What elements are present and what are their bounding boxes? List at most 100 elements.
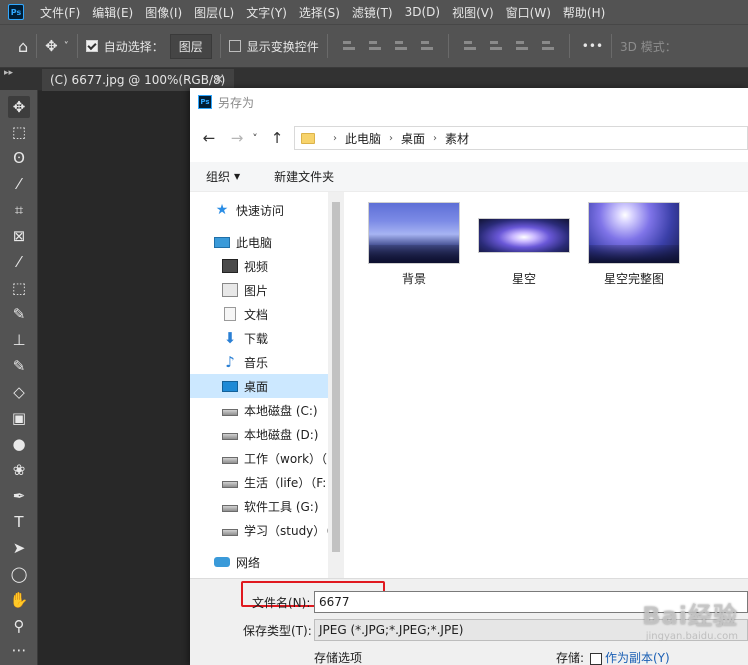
forward-arrow-icon[interactable]: → <box>226 127 248 149</box>
organize-button[interactable]: 组织 ▼ <box>206 168 240 185</box>
eraser-tool-icon[interactable]: ◇ <box>8 381 30 403</box>
align-right-icon[interactable] <box>393 38 409 54</box>
tools-panel: ✥ ⬚ ʘ ⁄ ⌗ ⊠ ⁄ ⬚ ✎ ⊥ ✎ ◇ ▣ ● ❀ ✒ T ➤ ◯ ✋ … <box>0 90 38 665</box>
recent-locations-chevron-icon[interactable]: ˅ <box>248 127 262 149</box>
nav-item-drive-study[interactable]: 学习（study）（ <box>190 518 328 542</box>
move-tool-icon[interactable]: ✥ <box>45 37 58 55</box>
history-brush-tool-icon[interactable]: ✎ <box>8 355 30 377</box>
scrollbar-thumb[interactable] <box>332 202 340 552</box>
close-tab-icon[interactable]: × <box>214 72 224 86</box>
menu-filter[interactable]: 滤镜(T) <box>348 4 401 21</box>
save-as-copy-checkbox[interactable] <box>590 652 602 665</box>
nav-item-videos[interactable]: 视频 <box>190 254 328 278</box>
nav-item-music[interactable]: ♪ 音乐 <box>190 350 328 374</box>
align-center-icon[interactable] <box>367 38 383 54</box>
nav-item-drive-d[interactable]: 本地磁盘 (D:) <box>190 422 328 446</box>
nav-item-this-pc[interactable]: 此电脑 <box>190 230 328 254</box>
nav-item-label: 本地磁盘 (D:) <box>244 427 319 442</box>
city-skyline <box>369 245 459 263</box>
auto-select-toggle[interactable]: 自动选择： <box>85 38 164 55</box>
menu-edit[interactable]: 编辑(E) <box>88 4 141 21</box>
address-bar[interactable]: › 此电脑 › 桌面 › 素材 <box>294 126 748 150</box>
nav-item-drive-c[interactable]: 本地磁盘 (C:) <box>190 398 328 422</box>
navigation-pane: ★ 快速访问 此电脑 视频 图片 文档 ⬇ 下载 ♪ 音乐 桌面 本地磁盘 (C… <box>190 192 328 578</box>
gradient-tool-icon[interactable]: ▣ <box>8 407 30 429</box>
lasso-tool-icon[interactable]: ʘ <box>8 147 30 169</box>
move-tool-icon[interactable]: ✥ <box>8 96 30 118</box>
command-bar: 组织 ▼ 新建文件夹 <box>190 162 748 192</box>
pen-tool-icon[interactable]: ✒ <box>8 485 30 507</box>
mode-3d-label: 3D 模式： <box>620 39 677 54</box>
distribute-horizontal-icon[interactable] <box>540 38 556 54</box>
healing-brush-tool-icon[interactable]: ⬚ <box>8 277 30 299</box>
nav-item-downloads[interactable]: ⬇ 下载 <box>190 326 328 350</box>
nav-item-documents[interactable]: 文档 <box>190 302 328 326</box>
zoom-tool-icon[interactable]: ⚲ <box>8 615 30 637</box>
auto-select-checkbox[interactable] <box>85 40 98 52</box>
align-vertical-icon[interactable] <box>419 38 435 54</box>
frame-tool-icon[interactable]: ⊠ <box>8 225 30 247</box>
new-folder-button[interactable]: 新建文件夹 <box>274 168 334 185</box>
computer-icon <box>214 236 230 248</box>
clone-stamp-tool-icon[interactable]: ⊥ <box>8 329 30 351</box>
collapse-panel-icon[interactable]: ▸▸ <box>4 68 13 78</box>
dialog-title-bar[interactable]: Ps 另存为 <box>190 88 748 116</box>
drive-icon <box>222 480 238 488</box>
nav-item-pictures[interactable]: 图片 <box>190 278 328 302</box>
nav-item-drive-g[interactable]: 软件工具 (G:) <box>190 494 328 518</box>
file-item-starry-sky-full[interactable]: 星空完整图 <box>588 202 680 287</box>
home-icon[interactable]: ⌂ <box>18 37 28 56</box>
menu-file[interactable]: 文件(F) <box>36 4 88 21</box>
menu-type[interactable]: 文字(Y) <box>242 4 295 21</box>
navigation-pane-scrollbar[interactable] <box>328 192 344 578</box>
file-item-background[interactable]: 背景 <box>368 202 460 287</box>
marquee-tool-icon[interactable]: ⬚ <box>8 121 30 143</box>
nav-item-desktop[interactable]: 桌面 <box>190 374 328 398</box>
type-tool-icon[interactable]: T <box>8 511 30 533</box>
magic-wand-tool-icon[interactable]: ⁄ <box>8 173 30 195</box>
menu-image[interactable]: 图像(I) <box>141 4 190 21</box>
desktop-icon <box>222 380 238 392</box>
distribute-bottom-icon[interactable] <box>514 38 530 54</box>
show-transform-checkbox[interactable] <box>228 40 241 52</box>
distribute-middle-icon[interactable] <box>488 38 504 54</box>
distribute-top-icon[interactable] <box>462 38 478 54</box>
hand-tool-icon[interactable]: ✋ <box>8 589 30 611</box>
drive-icon <box>222 504 238 512</box>
back-arrow-icon[interactable]: ← <box>198 127 220 149</box>
more-tools-icon[interactable]: ⋯ <box>8 639 30 661</box>
up-arrow-icon[interactable]: ↑ <box>266 127 288 149</box>
breadcrumb-materials[interactable]: 素材 <box>445 130 469 147</box>
menu-3d[interactable]: 3D(D) <box>401 5 448 19</box>
save-as-copy-toggle[interactable]: 作为副本(Y) <box>590 649 670 665</box>
chevron-down-icon[interactable]: ˅ <box>64 41 69 52</box>
nav-item-label: 图片 <box>244 283 269 298</box>
path-selection-tool-icon[interactable]: ➤ <box>8 537 30 559</box>
breadcrumb-this-pc[interactable]: 此电脑 <box>345 130 381 147</box>
menu-layer[interactable]: 图层(L) <box>190 4 242 21</box>
dodge-tool-icon[interactable]: ❀ <box>8 459 30 481</box>
menu-help[interactable]: 帮助(H) <box>559 4 613 21</box>
auto-select-target-select[interactable]: 图层 <box>169 33 212 59</box>
crop-tool-icon[interactable]: ⌗ <box>8 199 30 221</box>
nav-item-drive-work[interactable]: 工作（work）（ <box>190 446 328 470</box>
eyedropper-tool-icon[interactable]: ⁄ <box>8 251 30 273</box>
menu-window[interactable]: 窗口(W) <box>502 4 559 21</box>
nav-item-drive-life[interactable]: 生活（life）（F: <box>190 470 328 494</box>
drive-icon <box>222 408 238 416</box>
more-options-button[interactable]: ••• <box>582 39 603 53</box>
menu-select[interactable]: 选择(S) <box>295 4 348 21</box>
file-item-starry-sky[interactable]: 星空 <box>478 218 570 287</box>
shape-tool-icon[interactable]: ◯ <box>8 563 30 585</box>
document-tab-label: (C) 6677.jpg @ 100%(RGB/8) <box>50 73 226 87</box>
brush-tool-icon[interactable]: ✎ <box>8 303 30 325</box>
nav-item-quick-access[interactable]: ★ 快速访问 <box>190 198 328 222</box>
divider <box>76 34 78 58</box>
nav-item-label: 生活（life）（F: <box>244 475 327 490</box>
blur-tool-icon[interactable]: ● <box>8 433 30 455</box>
menu-view[interactable]: 视图(V) <box>448 4 502 21</box>
align-left-icon[interactable] <box>341 38 357 54</box>
show-transform-toggle[interactable]: 显示变换控件 <box>228 38 319 55</box>
nav-item-network[interactable]: 网络 <box>190 550 328 574</box>
breadcrumb-desktop[interactable]: 桌面 <box>401 130 425 147</box>
